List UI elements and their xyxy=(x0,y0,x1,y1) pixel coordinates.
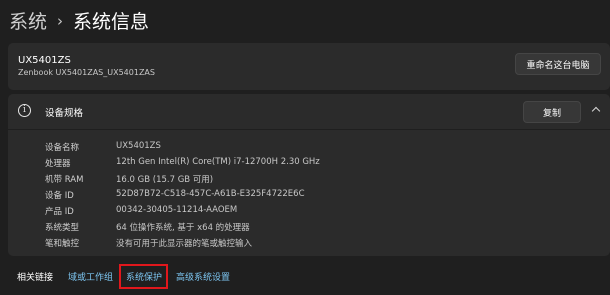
related-links: 相关链接 域或工作组 系统保护 高级系统设置 xyxy=(0,256,610,295)
spec-value: UX5401ZS xyxy=(116,141,161,151)
divider xyxy=(8,129,610,130)
spec-row-product-id: 产品 ID 00342-30405-11214-AAOEM xyxy=(45,203,605,218)
device-specs-card: i 设备规格 复制 设备名称 UX5401ZS 处理器 12th Gen Int… xyxy=(8,94,610,256)
related-links-label: 相关链接 xyxy=(17,273,54,283)
spec-value: 16.0 GB (15.7 GB 可用) xyxy=(116,175,214,185)
spec-label: 系统类型 xyxy=(45,223,80,233)
device-model: Zenbook UX5401ZAS_UX5401ZAS xyxy=(18,68,155,77)
spec-row-ram: 机带 RAM 16.0 GB (15.7 GB 可用) xyxy=(45,171,605,186)
specs-title: 设备规格 xyxy=(45,108,84,119)
system-info-page: 系统 › 系统信息 UX5401ZS Zenbook UX5401ZAS_UX5… xyxy=(0,0,610,295)
spec-label: 设备名称 xyxy=(45,143,80,153)
breadcrumb-parent-system[interactable]: 系统 xyxy=(9,7,47,34)
spec-label: 处理器 xyxy=(45,159,71,169)
spec-row-device-name: 设备名称 UX5401ZS xyxy=(45,139,605,154)
spec-label: 笔和触控 xyxy=(45,239,80,249)
breadcrumb: 系统 › 系统信息 xyxy=(9,5,149,35)
spec-value: 12th Gen Intel(R) Core(TM) i7-12700H 2.3… xyxy=(116,157,320,167)
spec-row-device-id: 设备 ID 52D87B72-C518-457C-A61B-E325F4722E… xyxy=(45,187,605,202)
spec-label: 机带 RAM xyxy=(45,175,84,185)
chevron-up-icon[interactable] xyxy=(591,106,601,116)
copy-button[interactable]: 复制 xyxy=(523,101,581,123)
chevron-right-icon: › xyxy=(57,11,64,30)
spec-row-system-type: 系统类型 64 位操作系统, 基于 x64 的处理器 xyxy=(45,219,605,234)
spec-label: 设备 ID xyxy=(45,191,74,201)
page-title: 系统信息 xyxy=(73,10,150,33)
spec-row-processor: 处理器 12th Gen Intel(R) Core(TM) i7-12700H… xyxy=(45,155,605,170)
spec-row-pen-touch: 笔和触控 没有可用于此显示器的笔或触控输入 xyxy=(45,235,605,250)
spec-label: 产品 ID xyxy=(45,207,74,217)
highlight-annotation-box xyxy=(119,264,168,289)
spec-value: 没有可用于此显示器的笔或触控输入 xyxy=(116,239,253,249)
device-name-card: UX5401ZS Zenbook UX5401ZAS_UX5401ZAS 重命名… xyxy=(8,43,610,90)
domain-workgroup-link[interactable]: 域或工作组 xyxy=(68,270,113,283)
advanced-system-settings-link[interactable]: 高级系统设置 xyxy=(176,270,230,283)
spec-value: 52D87B72-C518-457C-A61B-E325F4722E6C xyxy=(116,189,305,199)
spec-value: 64 位操作系统, 基于 x64 的处理器 xyxy=(116,223,250,233)
device-name: UX5401ZS xyxy=(18,55,71,66)
spec-value: 00342-30405-11214-AAOEM xyxy=(116,205,238,215)
info-circle-icon: i xyxy=(18,104,31,117)
rename-pc-button[interactable]: 重命名这台电脑 xyxy=(515,53,601,75)
